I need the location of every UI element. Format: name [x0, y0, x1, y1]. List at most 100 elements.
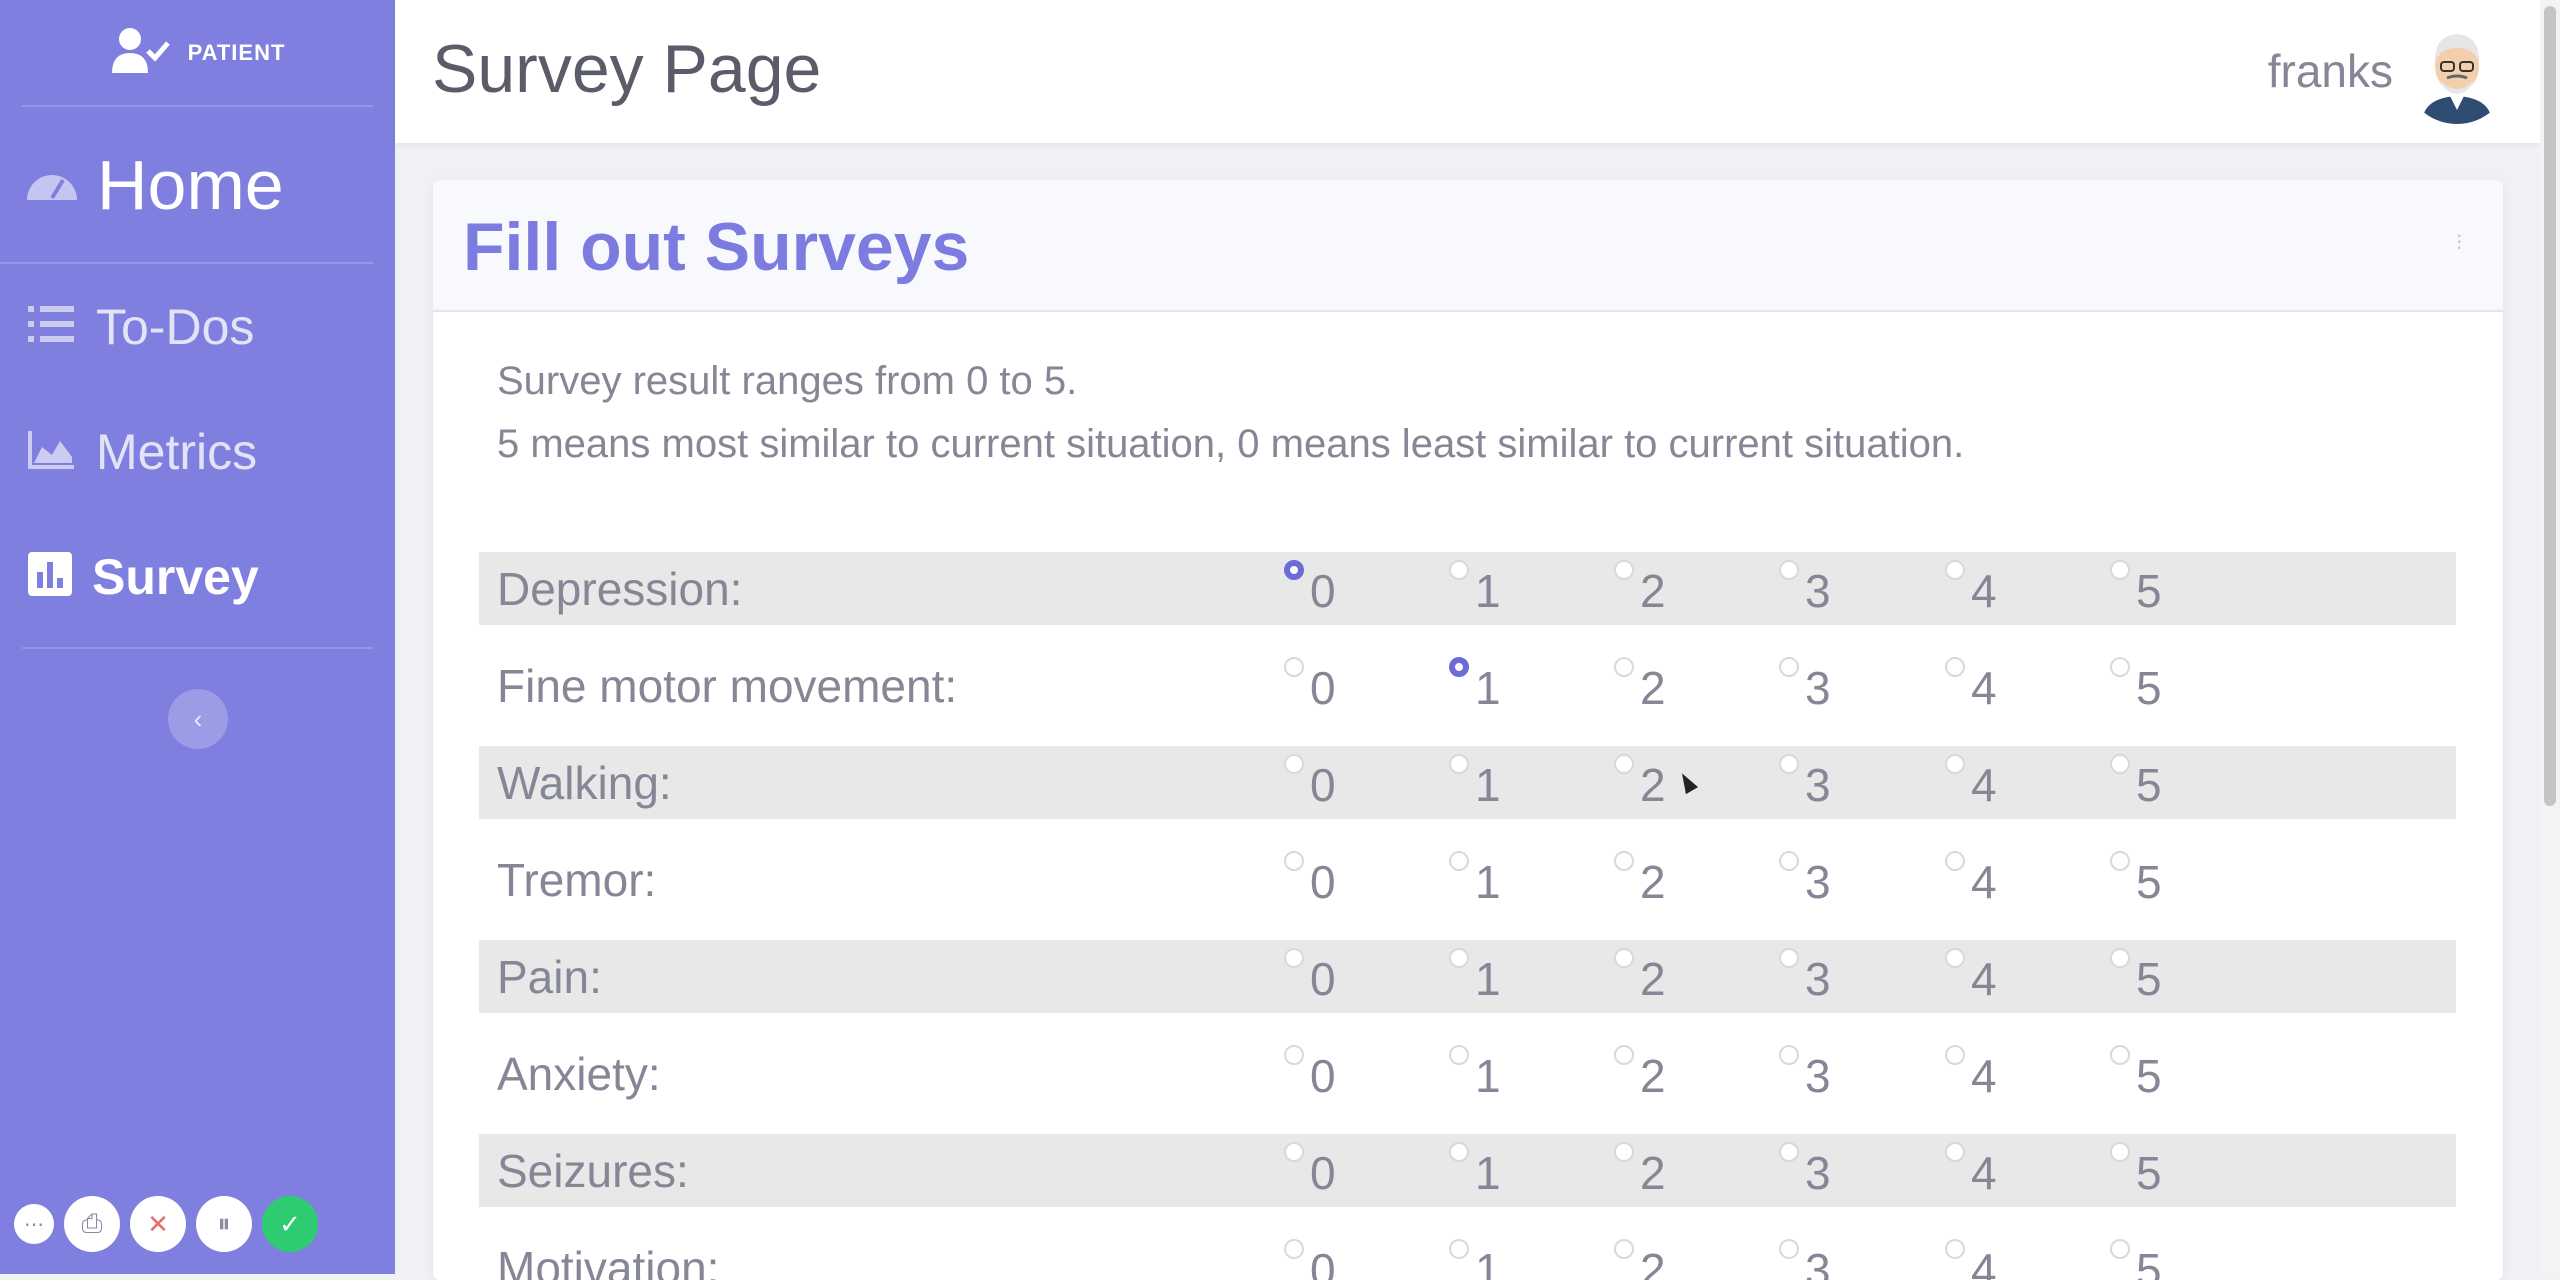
- rating-option[interactable]: 2: [1614, 944, 1666, 1006]
- radio-button[interactable]: [1284, 851, 1304, 871]
- camera-button[interactable]: ⎙: [64, 1196, 120, 1252]
- radio-button[interactable]: [1284, 1045, 1304, 1065]
- radio-button[interactable]: [1945, 560, 1965, 580]
- rating-option[interactable]: 3: [1779, 556, 1831, 618]
- radio-button[interactable]: [1945, 1045, 1965, 1065]
- scrollbar[interactable]: [2540, 0, 2560, 1274]
- sidebar-item-survey[interactable]: Survey: [0, 514, 395, 639]
- rating-option[interactable]: 2: [1614, 556, 1666, 618]
- radio-button[interactable]: [1284, 948, 1304, 968]
- more-button[interactable]: ⋯: [14, 1204, 54, 1244]
- rating-option[interactable]: 1: [1449, 1041, 1501, 1103]
- rating-option[interactable]: 4: [1945, 556, 1997, 618]
- done-button[interactable]: ✓: [262, 1196, 318, 1252]
- radio-button[interactable]: [1779, 1142, 1799, 1162]
- rating-option[interactable]: 5: [2110, 1041, 2162, 1103]
- rating-option[interactable]: 2: [1614, 1138, 1666, 1200]
- rating-option[interactable]: 3: [1779, 1138, 1831, 1200]
- rating-option[interactable]: 0: [1284, 1138, 1336, 1200]
- radio-button[interactable]: [1614, 1045, 1634, 1065]
- radio-button[interactable]: [1614, 1239, 1634, 1259]
- radio-button[interactable]: [1449, 560, 1469, 580]
- radio-button[interactable]: [1779, 657, 1799, 677]
- rating-option[interactable]: 4: [1945, 847, 1997, 909]
- radio-button[interactable]: [1284, 1142, 1304, 1162]
- radio-button[interactable]: [1945, 1142, 1965, 1162]
- username[interactable]: franks: [2268, 44, 2393, 98]
- rating-option[interactable]: 4: [1945, 750, 1997, 812]
- radio-button[interactable]: [1284, 560, 1304, 580]
- radio-button[interactable]: [1614, 560, 1634, 580]
- radio-button[interactable]: [2110, 1045, 2130, 1065]
- sidebar-item-home[interactable]: Home: [0, 107, 373, 264]
- rating-option[interactable]: 2: [1614, 847, 1666, 909]
- radio-button[interactable]: [1449, 657, 1469, 677]
- rating-option[interactable]: 0: [1284, 750, 1336, 812]
- rating-option[interactable]: 4: [1945, 1235, 1997, 1280]
- radio-button[interactable]: [1449, 1045, 1469, 1065]
- rating-option[interactable]: 1: [1449, 750, 1501, 812]
- rating-option[interactable]: 5: [2110, 556, 2162, 618]
- radio-button[interactable]: [2110, 1142, 2130, 1162]
- sidebar-item-metrics[interactable]: Metrics: [0, 389, 395, 514]
- sidebar-brand[interactable]: PATIENT: [22, 0, 373, 107]
- more-vertical-icon[interactable]: · · ·: [2456, 224, 2463, 258]
- radio-button[interactable]: [2110, 851, 2130, 871]
- radio-button[interactable]: [1614, 657, 1634, 677]
- pause-button[interactable]: ⏸: [196, 1196, 252, 1252]
- radio-button[interactable]: [1614, 851, 1634, 871]
- rating-option[interactable]: 3: [1779, 653, 1831, 715]
- scrollbar-thumb[interactable]: [2544, 6, 2556, 806]
- radio-button[interactable]: [1779, 948, 1799, 968]
- radio-button[interactable]: [2110, 754, 2130, 774]
- radio-button[interactable]: [1779, 1045, 1799, 1065]
- rating-option[interactable]: 0: [1284, 847, 1336, 909]
- radio-button[interactable]: [1449, 754, 1469, 774]
- radio-button[interactable]: [1945, 1239, 1965, 1259]
- radio-button[interactable]: [1945, 754, 1965, 774]
- radio-button[interactable]: [1284, 754, 1304, 774]
- rating-option[interactable]: 4: [1945, 944, 1997, 1006]
- radio-button[interactable]: [1945, 657, 1965, 677]
- radio-button[interactable]: [1449, 1142, 1469, 1162]
- rating-option[interactable]: 3: [1779, 1041, 1831, 1103]
- rating-option[interactable]: 5: [2110, 1138, 2162, 1200]
- radio-button[interactable]: [1614, 1142, 1634, 1162]
- rating-option[interactable]: 1: [1449, 1235, 1501, 1280]
- rating-option[interactable]: 3: [1779, 847, 1831, 909]
- rating-option[interactable]: 1: [1449, 1138, 1501, 1200]
- rating-option[interactable]: 5: [2110, 847, 2162, 909]
- rating-option[interactable]: 2: [1614, 653, 1666, 715]
- rating-option[interactable]: 4: [1945, 653, 1997, 715]
- radio-button[interactable]: [1945, 948, 1965, 968]
- radio-button[interactable]: [1614, 754, 1634, 774]
- radio-button[interactable]: [2110, 657, 2130, 677]
- rating-option[interactable]: 1: [1449, 847, 1501, 909]
- cancel-recording-button[interactable]: ✕: [130, 1196, 186, 1252]
- rating-option[interactable]: 3: [1779, 944, 1831, 1006]
- rating-option[interactable]: 0: [1284, 653, 1336, 715]
- rating-option[interactable]: 2: [1614, 750, 1666, 812]
- avatar[interactable]: [2404, 18, 2510, 124]
- rating-option[interactable]: 5: [2110, 944, 2162, 1006]
- radio-button[interactable]: [1779, 851, 1799, 871]
- rating-option[interactable]: 4: [1945, 1041, 1997, 1103]
- rating-option[interactable]: 0: [1284, 1041, 1336, 1103]
- radio-button[interactable]: [1284, 1239, 1304, 1259]
- radio-button[interactable]: [2110, 948, 2130, 968]
- radio-button[interactable]: [2110, 560, 2130, 580]
- rating-option[interactable]: 1: [1449, 944, 1501, 1006]
- rating-option[interactable]: 0: [1284, 944, 1336, 1006]
- radio-button[interactable]: [1779, 1239, 1799, 1259]
- rating-option[interactable]: 0: [1284, 1235, 1336, 1280]
- radio-button[interactable]: [2110, 1239, 2130, 1259]
- radio-button[interactable]: [1614, 948, 1634, 968]
- sidebar-item-todos[interactable]: To-Dos: [0, 264, 395, 389]
- rating-option[interactable]: 5: [2110, 1235, 2162, 1280]
- radio-button[interactable]: [1779, 754, 1799, 774]
- rating-option[interactable]: 1: [1449, 653, 1501, 715]
- rating-option[interactable]: 3: [1779, 1235, 1831, 1280]
- radio-button[interactable]: [1945, 851, 1965, 871]
- radio-button[interactable]: [1449, 948, 1469, 968]
- radio-button[interactable]: [1284, 657, 1304, 677]
